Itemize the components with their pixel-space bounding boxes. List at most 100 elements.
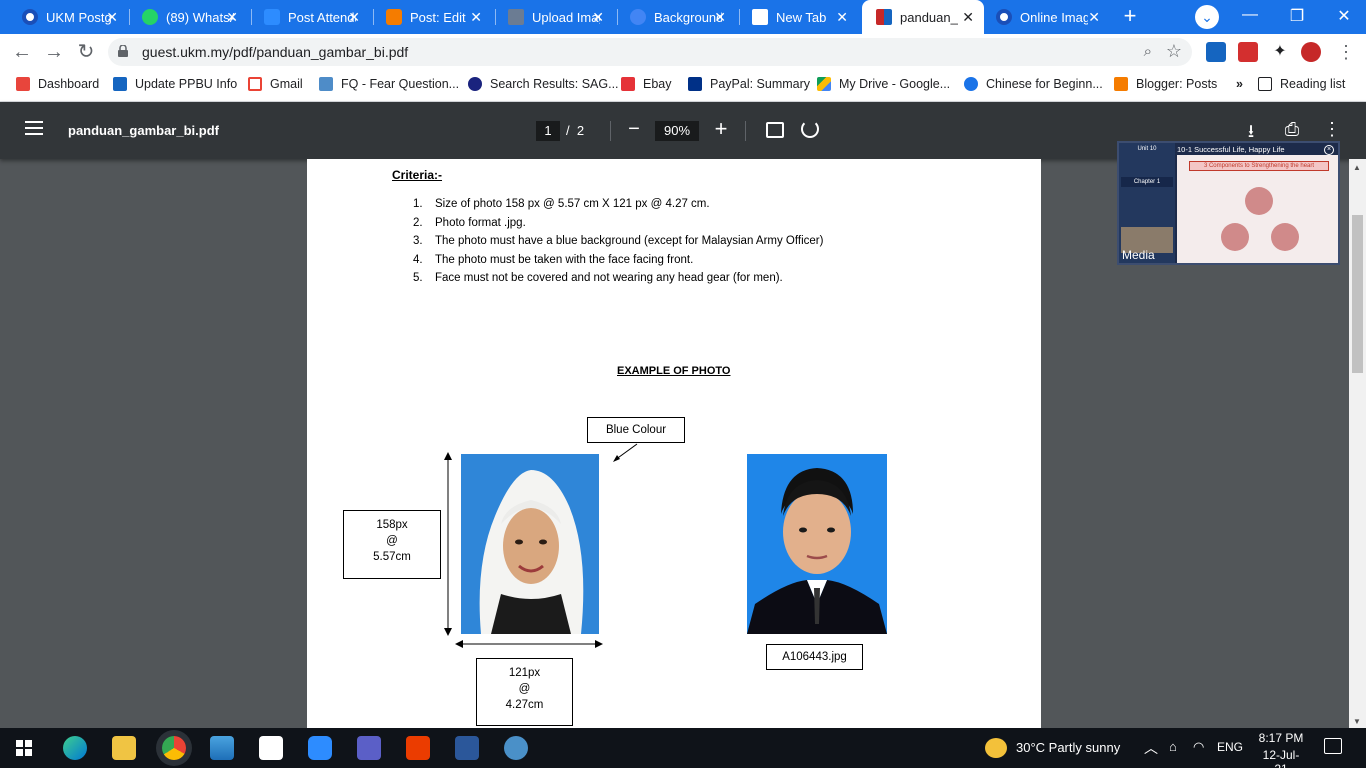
criteria-list: 1. Size of photo 158 px @ 5.57 cm X 121 p… — [413, 198, 823, 291]
media-label: Media — [1122, 248, 1155, 262]
chapter-label: Chapter 1 — [1121, 177, 1173, 187]
new-tab-button[interactable]: + — [1118, 4, 1142, 28]
bookmark-star-icon[interactable]: ☆ — [1166, 41, 1182, 62]
browser-toolbar: ← → ↻ guest.ukm.my/pdf/panduan_gambar_bi… — [0, 34, 1366, 70]
ukm-logo-icon — [876, 9, 892, 25]
clock-time[interactable]: 8:17 PM — [1257, 731, 1305, 745]
wifi-icon[interactable]: ◠ — [1193, 739, 1204, 755]
tab-post-attendance[interactable]: Post Attendance ✕ — [242, 0, 370, 34]
dashboard-icon — [16, 77, 30, 91]
bookmark-ebay[interactable]: Ebay — [621, 77, 672, 91]
teams-icon[interactable] — [357, 736, 381, 760]
extensions-puzzle-icon[interactable]: ✦ — [1270, 42, 1290, 62]
bookmark-google-drive[interactable]: My Drive - Google... — [817, 77, 950, 91]
print-icon[interactable]: ⎙ — [1282, 119, 1302, 140]
acrobat-extension-icon[interactable] — [1238, 42, 1258, 62]
rotate-icon[interactable] — [801, 120, 819, 138]
tab-whatsapp[interactable]: (89) WhatsApp ✕ — [120, 0, 248, 34]
tab-search-button[interactable]: ⌄ — [1195, 5, 1219, 29]
close-icon[interactable]: × — [1324, 145, 1334, 155]
hamburger-menu-icon[interactable] — [25, 121, 43, 135]
bookmark-search-results[interactable]: Search Results: SAG... — [468, 77, 619, 91]
word-icon[interactable] — [455, 736, 479, 760]
more-actions-icon[interactable]: ⋮ — [1322, 119, 1342, 140]
blogger-icon — [386, 9, 402, 25]
zoom-level-input[interactable]: 90% — [655, 121, 699, 141]
slide-area: 3 Components to Strengthening the heart — [1177, 155, 1338, 263]
close-icon[interactable]: ✕ — [226, 9, 238, 26]
bookmark-dashboard[interactable]: Dashboard — [16, 77, 99, 91]
bookmark-update-ppbu[interactable]: Update PPBU Info — [113, 77, 237, 91]
tab-online-image[interactable]: Online Image ✕ — [986, 0, 1110, 34]
clock-date[interactable]: 12-Jul-21 — [1257, 748, 1305, 768]
whiteboard-icon[interactable] — [210, 736, 234, 760]
edge-browser-icon[interactable] — [63, 736, 87, 760]
example-heading: EXAMPLE OF PHOTO — [617, 365, 731, 377]
chrome-menu-icon[interactable]: ⋮ — [1336, 42, 1356, 62]
sag-icon — [468, 77, 482, 91]
tab-new-tab[interactable]: New Tab ✕ — [730, 0, 858, 34]
diagram-bubble — [1221, 223, 1249, 251]
close-icon[interactable]: ✕ — [470, 9, 482, 26]
close-icon[interactable]: ✕ — [1088, 9, 1100, 26]
chrome-icon[interactable] — [162, 736, 186, 760]
list-item: 2. Photo format .jpg. — [413, 216, 526, 229]
bookmark-gmail[interactable]: Gmail — [248, 77, 303, 91]
page-number-input[interactable]: 1 — [536, 121, 560, 141]
reload-icon[interactable]: ↻ — [74, 40, 98, 64]
list-item: 4. The photo must be taken with the face … — [413, 253, 694, 266]
fit-to-page-icon[interactable] — [766, 122, 784, 138]
bookmark-fear-question[interactable]: FQ - Fear Question... — [319, 77, 459, 91]
tab-background[interactable]: Background ✕ — [608, 0, 736, 34]
close-icon[interactable]: ✕ — [714, 9, 726, 26]
unit-label: Unit 10 — [1137, 146, 1157, 152]
bookmark-paypal[interactable]: PayPal: Summary — [688, 77, 810, 91]
math-solver-icon[interactable] — [504, 736, 528, 760]
weather-text[interactable]: 30°C Partly sunny — [1016, 740, 1120, 755]
office-icon[interactable] — [406, 736, 430, 760]
tab-ukm-postgraduate[interactable]: UKM Postg ✕ — [0, 0, 128, 34]
windows-start-icon[interactable] — [16, 740, 32, 756]
zoom-app-icon[interactable] — [308, 736, 332, 760]
forward-arrow-icon[interactable]: → — [42, 40, 66, 64]
slide-title: 10-1 Successful Life, Happy Life — [1177, 145, 1285, 154]
weather-partly-sunny-icon[interactable] — [985, 738, 1007, 758]
zoom-out-icon[interactable]: − — [624, 118, 644, 141]
female-sample-photo — [461, 454, 599, 634]
language-indicator[interactable]: ENG — [1217, 740, 1243, 754]
reading-list-button[interactable]: Reading list — [1258, 77, 1345, 91]
profile-avatar[interactable] — [1301, 42, 1321, 62]
close-icon[interactable]: ✕ — [592, 9, 604, 26]
scroll-down-arrow-icon[interactable]: ▼ — [1353, 717, 1361, 726]
toolbar-divider — [610, 121, 611, 141]
network-icon[interactable]: ⌂ — [1169, 739, 1177, 754]
close-icon[interactable]: ✕ — [836, 9, 848, 26]
close-window-button[interactable]: ✕ — [1332, 6, 1356, 26]
media-pip-window[interactable]: Unit 10 Chapter 1 10-1 Successful Life, … — [1117, 141, 1340, 265]
restore-button[interactable]: ❐ — [1285, 6, 1309, 26]
clapperboard-extension-icon[interactable] — [1206, 42, 1226, 62]
page-scrollbar[interactable]: ▲ ▼ — [1349, 159, 1366, 728]
microsoft-store-icon[interactable] — [259, 736, 283, 760]
close-icon[interactable]: ✕ — [106, 9, 118, 26]
minimize-button[interactable]: — — [1238, 6, 1262, 24]
close-icon[interactable]: ✕ — [348, 9, 360, 26]
tab-panduan-gambar[interactable]: panduan_gambar ✕ — [862, 0, 984, 34]
bookmark-blogger[interactable]: Blogger: Posts — [1114, 77, 1217, 91]
scroll-up-arrow-icon[interactable]: ▲ — [1353, 163, 1361, 172]
tab-upload-image[interactable]: Upload Image ✕ — [486, 0, 614, 34]
address-bar[interactable]: guest.ukm.my/pdf/panduan_gambar_bi.pdf ⌕… — [108, 38, 1192, 66]
more-bookmarks-chevron-icon[interactable]: » — [1236, 77, 1243, 91]
chevron-up-icon[interactable]: ︿ — [1144, 738, 1158, 758]
scrollbar-thumb[interactable] — [1352, 215, 1363, 373]
tab-post-edit[interactable]: Post: Edit ✕ — [364, 0, 492, 34]
bookmarks-bar: Dashboard Update PPBU Info Gmail FQ - Fe… — [0, 70, 1366, 102]
filename-label-box: A106443.jpg — [766, 644, 863, 670]
back-arrow-icon[interactable]: ← — [10, 40, 34, 64]
file-explorer-icon[interactable] — [112, 736, 136, 760]
close-icon[interactable]: ✕ — [962, 9, 974, 26]
bookmark-chinese-beginners[interactable]: Chinese for Beginn... — [964, 77, 1103, 91]
zoom-magnifier-icon[interactable]: ⌕ — [1144, 43, 1152, 60]
zoom-in-icon[interactable]: + — [711, 116, 731, 142]
notification-center-icon[interactable] — [1324, 738, 1342, 754]
